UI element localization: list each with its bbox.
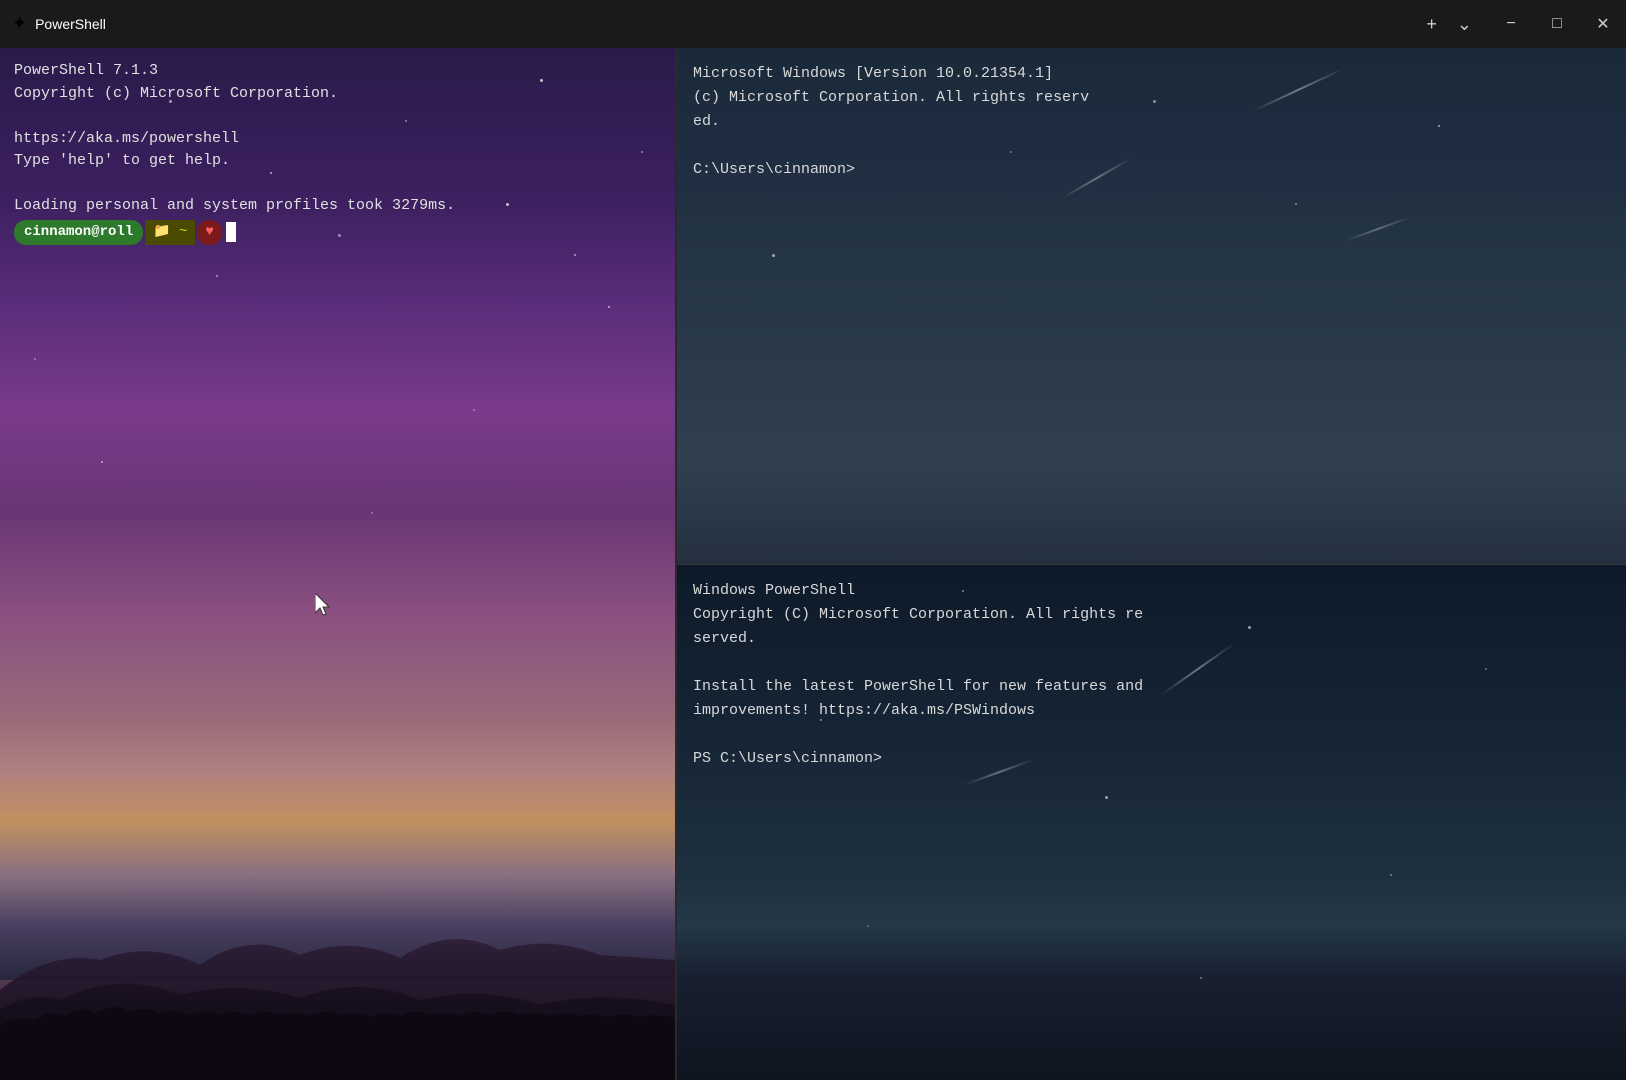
mountain-silhouette bbox=[0, 850, 675, 1080]
star-8 bbox=[608, 306, 610, 308]
cmd-copyright-1: (c) Microsoft Corporation. All rights re… bbox=[693, 86, 1089, 110]
tab-dropdown-button[interactable]: ⌄ bbox=[1449, 11, 1480, 37]
prompt-folder: 📁 ~ bbox=[145, 220, 195, 245]
content-area: PowerShell 7.1.3 Copyright (c) Microsoft… bbox=[0, 48, 1626, 1080]
cmd-terminal-text: Microsoft Windows [Version 10.0.21354.1]… bbox=[677, 48, 1105, 196]
winps-empty-2 bbox=[693, 723, 1143, 747]
prompt-heart: ♥ bbox=[197, 220, 221, 245]
cmd-win-version: Microsoft Windows [Version 10.0.21354.1] bbox=[693, 62, 1089, 86]
prompt-username: cinnamon@roll bbox=[14, 220, 143, 245]
titlebar-tabs: + ⌄ bbox=[1418, 11, 1480, 37]
titlebar: ✦ PowerShell + ⌄ − □ ✕ bbox=[0, 0, 1626, 48]
minimize-button[interactable]: − bbox=[1488, 0, 1534, 48]
winps-empty-1 bbox=[693, 651, 1143, 675]
ps-version-line: PowerShell 7.1.3 bbox=[14, 60, 455, 83]
star-7 bbox=[34, 358, 36, 360]
window-controls: − □ ✕ bbox=[1488, 0, 1626, 48]
rstar-2 bbox=[1153, 100, 1156, 103]
new-tab-button[interactable]: + bbox=[1418, 11, 1445, 37]
left-terminal-text: PowerShell 7.1.3 Copyright (c) Microsoft… bbox=[0, 48, 469, 257]
close-button[interactable]: ✕ bbox=[1580, 0, 1626, 48]
star-10 bbox=[473, 409, 475, 411]
ps-empty-2 bbox=[14, 173, 455, 196]
ps-url-line: https://aka.ms/powershell bbox=[14, 128, 455, 151]
bstar-8 bbox=[1200, 977, 1202, 979]
maximize-button[interactable]: □ bbox=[1534, 0, 1580, 48]
star-15 bbox=[216, 275, 218, 277]
ps-prompt-line: cinnamon@roll 📁 ~ ♥ bbox=[14, 220, 455, 245]
cmd-copyright-2: ed. bbox=[693, 110, 1089, 134]
right-pane: Microsoft Windows [Version 10.0.21354.1]… bbox=[677, 48, 1626, 1080]
winps-terminal-text: Windows PowerShell Copyright (C) Microso… bbox=[677, 565, 1159, 785]
winps-name: Windows PowerShell bbox=[693, 579, 1143, 603]
winps-copyright-1: Copyright (C) Microsoft Corporation. All… bbox=[693, 603, 1143, 627]
app-icon: ✦ bbox=[12, 13, 27, 35]
winps-prompt: PS C:\Users\cinnamon> bbox=[693, 747, 1143, 771]
cmd-prompt: C:\Users\cinnamon> bbox=[693, 158, 1089, 182]
right-pane-cmd[interactable]: Microsoft Windows [Version 10.0.21354.1]… bbox=[677, 48, 1626, 565]
terminal-cursor bbox=[226, 222, 236, 242]
ps-empty-1 bbox=[14, 105, 455, 128]
ps-loading-line: Loading personal and system profiles too… bbox=[14, 195, 455, 218]
ps-help-line: Type 'help' to get help. bbox=[14, 150, 455, 173]
rstar-5 bbox=[1295, 203, 1297, 205]
winps-copyright-2: served. bbox=[693, 627, 1143, 651]
left-pane-powershell7[interactable]: PowerShell 7.1.3 Copyright (c) Microsoft… bbox=[0, 48, 675, 1080]
star-13 bbox=[540, 79, 543, 82]
ps-copyright-line: Copyright (c) Microsoft Corporation. bbox=[14, 83, 455, 106]
right-pane-winps[interactable]: Windows PowerShell Copyright (C) Microso… bbox=[677, 565, 1626, 1080]
winps-install-1: Install the latest PowerShell for new fe… bbox=[693, 675, 1143, 699]
winps-install-2: improvements! https://aka.ms/PSWindows bbox=[693, 699, 1143, 723]
window-title: PowerShell bbox=[35, 16, 1418, 32]
cmd-empty bbox=[693, 134, 1089, 158]
